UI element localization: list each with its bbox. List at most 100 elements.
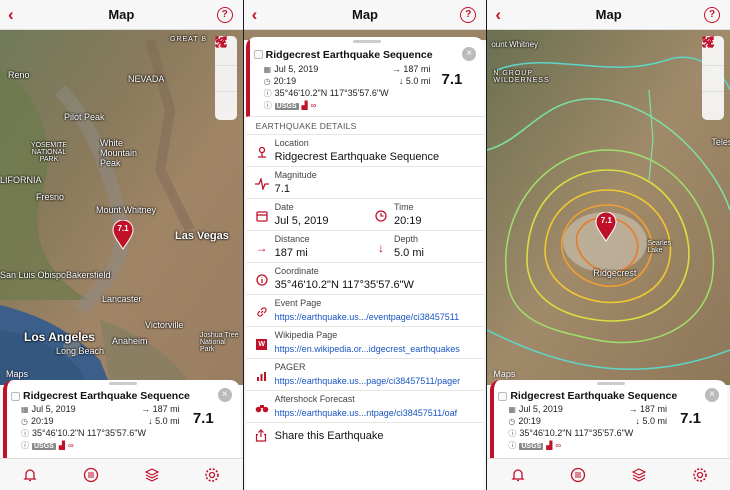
label-lancaster: Lancaster bbox=[102, 294, 142, 304]
earthquake-pin[interactable]: 7.1 bbox=[595, 212, 617, 242]
card-distance: → 187 mi bbox=[141, 404, 180, 414]
earthquake-pin[interactable]: 7.1 bbox=[112, 220, 134, 250]
detail-date: ▦ Jul 5, 2019 bbox=[263, 64, 319, 74]
label-joshua-tree: Joshua Tree National Park bbox=[200, 332, 239, 353]
card-sources: ⓘ USGS ▟ ∞ bbox=[508, 440, 561, 451]
detail-sources: ⓘ USGS ▟ ∞ bbox=[264, 100, 316, 111]
list-circle-icon bbox=[83, 467, 99, 482]
row-wikipedia[interactable]: W Wikipedia Page https://en.wikipedia.or… bbox=[245, 327, 485, 359]
screen-map-zoomed: ‹ Map ? ount Whitney N GROUP WILDERNESS … bbox=[487, 0, 730, 490]
row-distance-depth: → Distance 187 mi ↓ Depth 5.0 mi bbox=[245, 231, 485, 263]
detail-title: Ridgecrest Earthquake Sequence bbox=[265, 49, 433, 61]
back-icon[interactable]: ‹ bbox=[495, 5, 501, 25]
info-icon: ⓘ bbox=[508, 429, 517, 438]
pager-link[interactable]: https://earthquake.us...page/ci38457511/… bbox=[275, 376, 460, 386]
info-icon bbox=[255, 273, 269, 287]
clock-icon bbox=[374, 209, 388, 223]
row-aftershock[interactable]: Aftershock Forecast https://earthquake.u… bbox=[245, 391, 485, 423]
tab-alerts[interactable] bbox=[18, 463, 42, 487]
aftershock-link[interactable]: https://earthquake.us...ntpage/ci3845751… bbox=[275, 408, 457, 418]
magnitude-value: 7.1 bbox=[274, 183, 290, 195]
clock-icon: ◷ bbox=[508, 417, 516, 426]
share-label[interactable]: Share this Earthquake bbox=[275, 430, 384, 442]
map-view[interactable]: ount Whitney N GROUP WILDERNESS Telesc S… bbox=[487, 30, 730, 385]
screen-map-overview: ‹ Map ? GREAT B Reno NEVADA Pilot Peak Y… bbox=[0, 0, 243, 490]
label-bakersfield: Bakersfield bbox=[66, 270, 111, 280]
card-distance: → 187 mi bbox=[628, 404, 668, 414]
card-magnitude: 7.1 bbox=[680, 410, 702, 427]
distance-label: Distance bbox=[274, 234, 310, 244]
help-icon[interactable]: ? bbox=[216, 7, 233, 23]
label-yosemite: YOSEMITE NATIONAL PARK bbox=[30, 142, 68, 163]
summary-card[interactable]: Ridgecrest Earthquake Sequence × ▦ Jul 5,… bbox=[3, 380, 240, 458]
drag-handle[interactable] bbox=[596, 382, 625, 385]
nav-bar: ‹ Map ? bbox=[487, 0, 730, 30]
bell-icon bbox=[23, 468, 37, 481]
card-magnitude: 7.1 bbox=[192, 410, 214, 427]
coordinate-label: Coordinate bbox=[274, 266, 319, 276]
row-date-time: Date Jul 5, 2019 Time 20:19 bbox=[245, 199, 485, 231]
info-icon: ⓘ bbox=[263, 89, 272, 98]
row-pager[interactable]: PAGER https://earthquake.us...page/ci384… bbox=[245, 359, 485, 391]
tab-list[interactable] bbox=[566, 463, 590, 487]
magnitude-label: Magnitude bbox=[274, 170, 317, 180]
date-label: Date bbox=[274, 202, 294, 212]
apple-maps-logo: Maps bbox=[493, 369, 516, 379]
pager-icon: ▟ bbox=[58, 441, 65, 450]
back-icon[interactable]: ‹ bbox=[252, 5, 258, 25]
clock-icon: ◷ bbox=[263, 77, 271, 86]
checkbox-icon[interactable] bbox=[11, 392, 20, 401]
nav-title: Map bbox=[108, 7, 135, 22]
close-icon[interactable]: × bbox=[462, 47, 477, 61]
calendar-icon: ▦ bbox=[21, 405, 29, 414]
tab-settings[interactable] bbox=[200, 463, 224, 487]
drag-handle[interactable] bbox=[109, 382, 138, 385]
row-event-page[interactable]: Event Page https://earthquake.us.../even… bbox=[245, 295, 485, 327]
card-coordinate: ⓘ 35°46'10.2"N 117°35'57.6"W bbox=[508, 428, 634, 438]
link-icon bbox=[255, 305, 269, 319]
detail-magnitude-big: 7.1 bbox=[441, 71, 463, 88]
location-value: Ridgecrest Earthquake Sequence bbox=[274, 151, 440, 163]
row-coordinate: Coordinate 35°46'10.2"N 117°35'57.6"W bbox=[245, 263, 485, 295]
share-row[interactable]: Share this Earthquake bbox=[246, 423, 485, 449]
checkbox-icon[interactable] bbox=[498, 392, 508, 401]
tab-list[interactable] bbox=[79, 463, 103, 487]
detail-coordinate: ⓘ 35°46'10.2"N 117°35'57.6"W bbox=[263, 88, 389, 98]
help-icon[interactable]: ? bbox=[460, 7, 477, 23]
summary-card[interactable]: Ridgecrest Earthquake Sequence × ▦ Jul 5,… bbox=[490, 380, 728, 458]
tab-layers[interactable] bbox=[140, 463, 164, 487]
depth-value: 5.0 mi bbox=[394, 247, 424, 259]
expand-icon[interactable] bbox=[702, 36, 725, 91]
usgs-badge: USGS bbox=[32, 443, 56, 450]
list-icon[interactable] bbox=[214, 37, 237, 117]
detail-sheet: Ridgecrest Earthquake Sequence × ▦ Jul 5,… bbox=[245, 37, 485, 490]
distance-cell: → Distance 187 mi bbox=[246, 231, 365, 262]
list-circle-icon bbox=[571, 467, 586, 482]
label-san-luis-obispo: San Luis Obispo bbox=[0, 270, 67, 280]
tab-alerts[interactable] bbox=[506, 463, 530, 487]
map-tools bbox=[214, 36, 237, 120]
event-page-link[interactable]: https://earthquake.us.../eventpage/ci384… bbox=[275, 312, 459, 322]
checkbox-icon[interactable] bbox=[253, 50, 263, 59]
map-view[interactable]: GREAT B Reno NEVADA Pilot Peak YOSEMITE … bbox=[0, 30, 243, 385]
pager-icon bbox=[255, 369, 269, 383]
expand-icon[interactable] bbox=[214, 36, 237, 91]
info-icon: ⓘ bbox=[21, 441, 29, 450]
gear-icon bbox=[692, 467, 707, 482]
drag-handle[interactable] bbox=[353, 40, 381, 43]
aftershock-label: Aftershock Forecast bbox=[274, 394, 355, 404]
help-icon[interactable]: ? bbox=[704, 7, 721, 23]
tab-settings[interactable] bbox=[688, 463, 712, 487]
back-icon[interactable]: ‹ bbox=[8, 5, 14, 25]
close-icon[interactable]: × bbox=[705, 388, 720, 402]
wikipedia-link[interactable]: https://en.wikipedia.or...idgecrest_eart… bbox=[275, 344, 460, 354]
list-icon[interactable] bbox=[702, 37, 725, 117]
distance-value: 187 mi bbox=[274, 247, 308, 259]
tab-layers[interactable] bbox=[627, 463, 651, 487]
close-icon[interactable]: × bbox=[217, 388, 232, 402]
coordinate-value: 35°46'10.2"N 117°35'57.6"W bbox=[274, 279, 414, 291]
time-value: 20:19 bbox=[394, 215, 422, 227]
calendar-icon: ▦ bbox=[508, 405, 516, 414]
detail-depth: ↓ 5.0 mi bbox=[398, 76, 431, 86]
label-telescope: Telesc bbox=[711, 137, 730, 147]
